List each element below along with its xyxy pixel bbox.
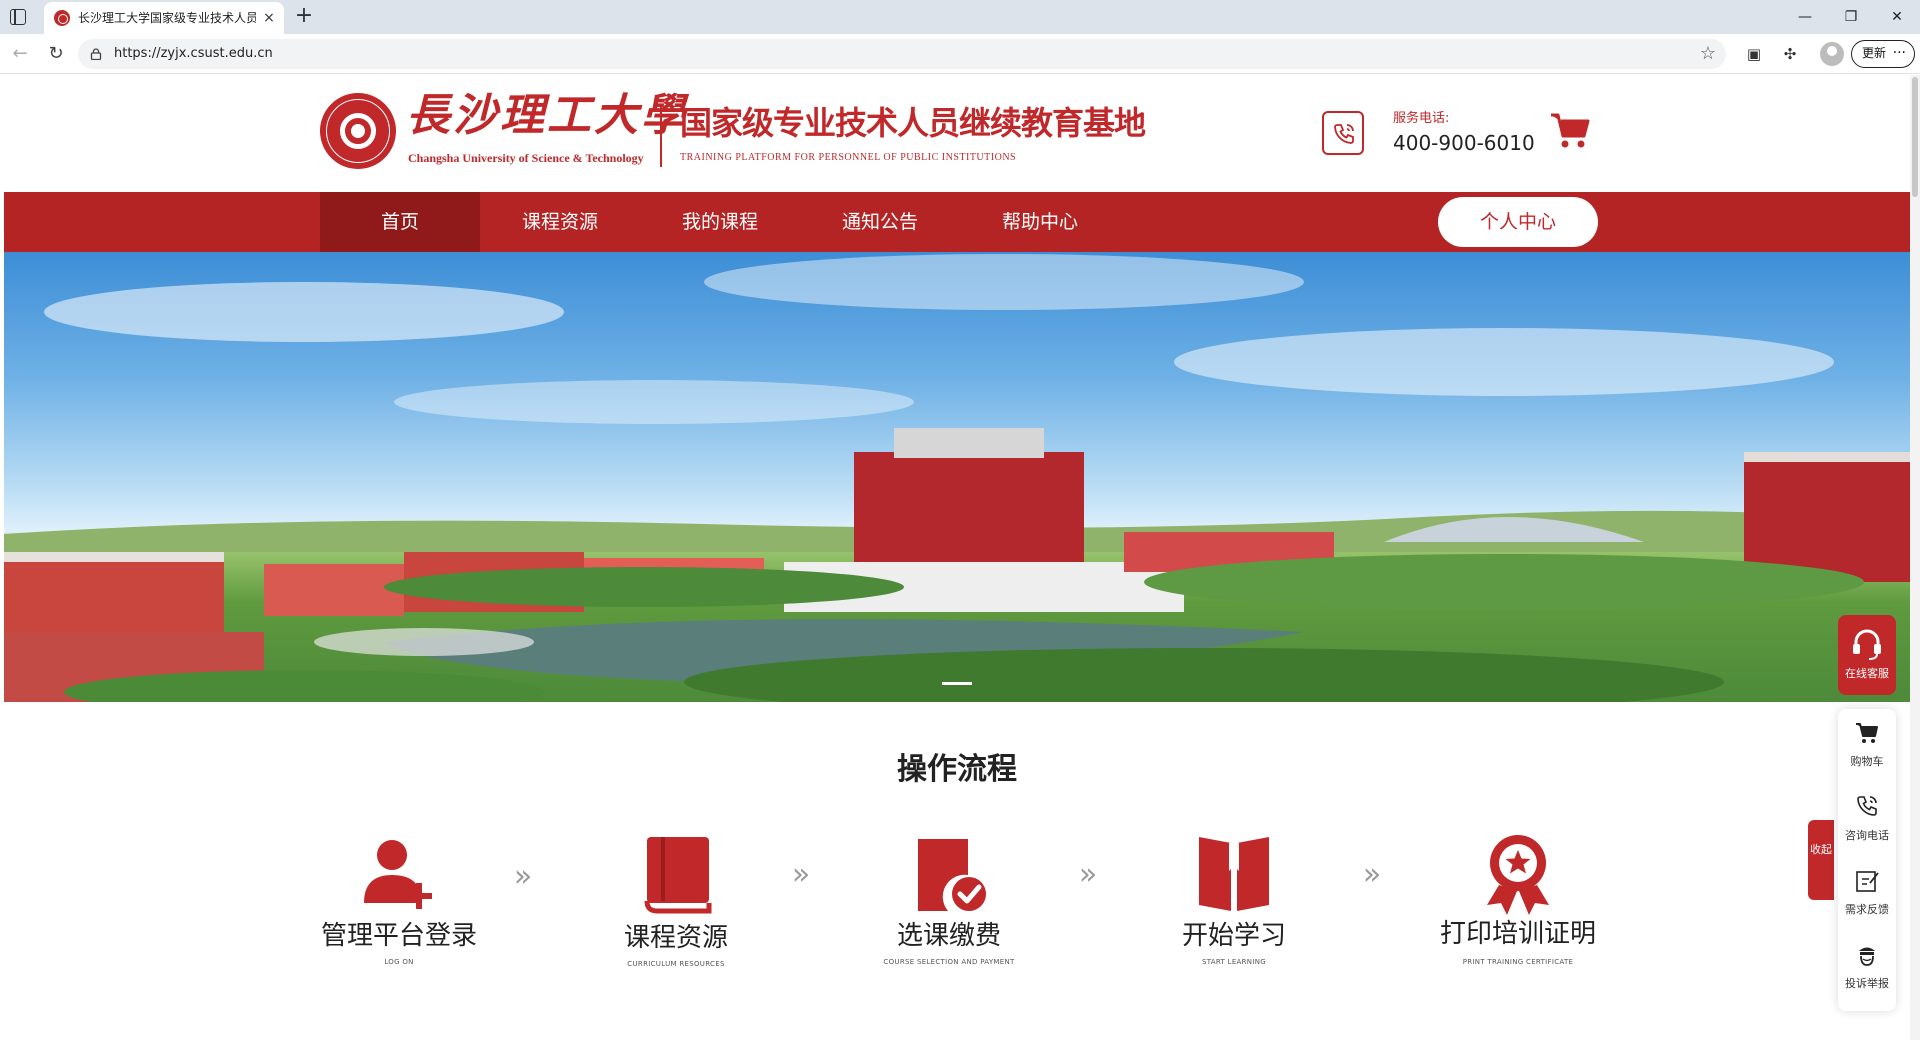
site-header: 長沙理工大學 Changsha University of Science & … [4,75,1910,192]
back-icon[interactable]: ← [8,42,32,66]
cart-icon [1856,723,1878,743]
university-name-cn: 長沙理工大學 [406,90,688,141]
update-button[interactable]: 更新 ··· [1851,40,1915,68]
extensions-icon[interactable]: ✣ [1778,42,1802,66]
side-cart-label: 购物车 [1850,755,1884,768]
side-phone-label: 咨询电话 [1845,829,1889,842]
window-menu-icon[interactable] [10,9,26,25]
headset-icon [1853,629,1881,660]
web-page: 長沙理工大學 Changsha University of Science & … [4,75,1910,1040]
side-cart-button[interactable]: 购物车 [1838,709,1896,783]
online-service-label: 在线客服 [1845,667,1889,680]
page-scrollbar[interactable] [1910,75,1920,1040]
minimize-button[interactable]: — [1790,6,1820,28]
user-center-button[interactable]: 个人中心 [1438,197,1598,247]
new-tab-button[interactable]: + [292,5,316,29]
platform-subtitle: TRAINING PLATFORM FOR PERSONNEL OF PUBLI… [680,152,1017,163]
nav-course-resources[interactable]: 课程资源 [480,192,640,252]
tab-title: 长沙理工大学国家级专业技术人员 [78,11,256,25]
scrollbar-thumb[interactable] [1912,77,1918,197]
edit-icon [1856,871,1879,892]
nav-home[interactable]: 首页 [320,192,480,252]
favicon-icon [54,10,70,26]
side-phone-button[interactable]: 咨询电话 [1838,783,1896,857]
step-course-resources-sub: CURRICULUM RESOURCES [627,960,725,968]
main-nav: 首页 课程资源 我的课程 通知公告 帮助中心 个人中心 [4,192,1910,252]
phone-icon [1857,796,1877,816]
step-print-certificate[interactable]: 打印培训证明 PRINT TRAINING CERTIFICATE [1398,829,1638,966]
award-icon [1487,835,1549,915]
step-arrow-icon: » [513,859,533,894]
more-icon[interactable]: ··· [1893,41,1906,66]
tab-close-icon[interactable]: × [260,9,278,27]
restore-button[interactable]: ❐ [1836,6,1866,28]
open-book-icon [1199,837,1269,911]
service-phone-number: 400-900-6010 [1393,131,1535,155]
side-feedback-label: 需求反馈 [1845,903,1889,916]
browser-tab-bar: 长沙理工大学国家级专业技术人员 × + — ❐ ✕ [0,0,1920,34]
step-start-learning[interactable]: 开始学习 START LEARNING [1114,831,1354,966]
campus-banner-image[interactable] [4,252,1910,702]
carousel-indicator[interactable] [942,682,972,685]
cart-icon[interactable] [1550,112,1590,150]
step-arrow-icon: » [791,857,811,892]
address-bar-row: ← ↻ https://zyjx.csust.edu.cn ☆ ▣ ✣ 更新 ··… [0,34,1920,74]
logo-divider [660,105,662,167]
address-bar[interactable]: https://zyjx.csust.edu.cn ☆ [78,39,1726,69]
step-login-label: 管理平台登录 [320,921,477,951]
reading-view-icon[interactable]: ▣ [1742,42,1766,66]
step-course-resources-label: 课程资源 [623,923,728,953]
process-section-title: 操作流程 [897,752,1017,787]
step-selection-payment[interactable]: 选课缴费 COURSE SELECTION AND PAYMENT [829,831,1069,966]
step-arrow-icon: » [1362,857,1382,892]
campus-illustration [4,254,1910,702]
step-print-certificate-label: 打印培训证明 [1439,919,1596,949]
nav-help-center[interactable]: 帮助中心 [960,192,1120,252]
profile-avatar[interactable] [1820,42,1844,66]
step-login-sub: LOG ON [384,958,414,966]
nav-my-courses[interactable]: 我的课程 [640,192,800,252]
close-window-button[interactable]: ✕ [1882,6,1912,28]
step-arrow-icon: » [1078,857,1098,892]
collapse-side-panel-button[interactable]: 收起 [1808,820,1834,900]
platform-title: 国家级专业技术人员继续教育基地 [680,104,1146,142]
reload-icon[interactable]: ↻ [44,42,68,66]
step-start-learning-label: 开始学习 [1181,921,1286,951]
step-login[interactable]: 管理平台登录 LOG ON [279,831,519,966]
university-name-en: Changsha University of Science & Technol… [408,151,644,165]
step-course-resources[interactable]: 课程资源 CURRICULUM RESOURCES [556,831,796,968]
side-report-button[interactable]: 投诉举报 [1838,931,1896,1005]
step-print-certificate-sub: PRINT TRAINING CERTIFICATE [1462,958,1574,966]
favorite-star-icon[interactable]: ☆ [1700,44,1716,64]
user-add-icon [364,840,432,909]
university-seal-logo[interactable] [320,93,396,169]
step-selection-payment-sub: COURSE SELECTION AND PAYMENT [883,958,1015,966]
service-phone-label: 服务电话: [1393,111,1450,126]
step-selection-payment-label: 选课缴费 [896,921,1001,951]
side-report-label: 投诉举报 [1845,977,1889,990]
nav-announcements[interactable]: 通知公告 [800,192,960,252]
online-service-button[interactable]: 在线客服 [1838,615,1896,695]
selection-payment-icon [918,839,986,911]
side-quick-panel: 购物车 咨询电话 需求反馈 投诉举报 [1838,709,1896,1011]
report-icon [1859,947,1875,966]
step-start-learning-sub: START LEARNING [1202,958,1266,966]
update-label: 更新 [1862,46,1887,60]
book-icon [644,837,712,914]
lock-icon [90,48,102,60]
phone-icon [1322,111,1364,155]
url-text[interactable]: https://zyjx.csust.edu.cn [114,46,273,62]
side-feedback-button[interactable]: 需求反馈 [1838,857,1896,931]
browser-tab[interactable]: 长沙理工大学国家级专业技术人员 × [44,2,284,34]
